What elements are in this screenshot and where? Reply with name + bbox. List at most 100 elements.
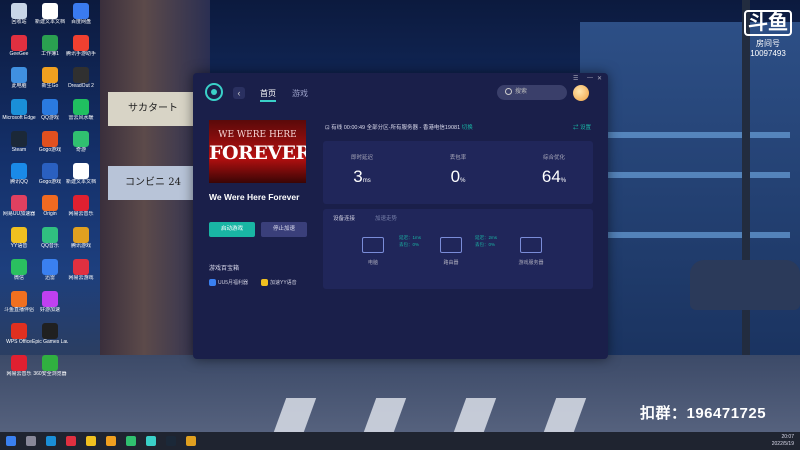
search-icon[interactable]	[26, 436, 36, 446]
back-button[interactable]: ‹	[233, 87, 245, 99]
device-pc: 电脑	[353, 237, 393, 266]
start-game-button[interactable]: 启动游戏	[209, 222, 255, 237]
device-game-server: 游戏服务器	[511, 237, 551, 266]
app-icon	[73, 67, 89, 83]
app-icon	[11, 195, 27, 211]
app-icon[interactable]	[126, 436, 136, 446]
desktop-icon[interactable]: 好游加速	[32, 291, 68, 313]
app-icon	[73, 259, 89, 275]
desktop-icon[interactable]: Epic Games Launcher	[32, 323, 68, 345]
desktop-icon-label: 网易云音乐	[68, 211, 94, 217]
folder-icon[interactable]	[86, 436, 96, 446]
background-car	[690, 260, 800, 310]
app-icon	[42, 3, 58, 19]
desktop-icon[interactable]: 网易云音乐	[63, 195, 99, 217]
stop-accel-button[interactable]: 停止加速	[261, 222, 307, 237]
connection-type: 有线	[331, 125, 343, 131]
app-logo-icon	[205, 83, 223, 101]
desktop-icon-label: 百度网盘	[70, 19, 91, 25]
route-panel: 设备连接 加速走势 电脑 延迟：1ms 丢包：0% 路由器 延迟：2ms 丢包：…	[323, 209, 593, 289]
start-icon[interactable]	[6, 436, 16, 446]
tab-accel-trend[interactable]: 加速走势	[375, 214, 397, 222]
room-number: 10097493	[750, 49, 786, 58]
douyu-watermark: 斗鱼 房间号 10097493	[744, 10, 792, 58]
app-icon	[73, 195, 89, 211]
desktop-icon[interactable]: 奇游	[63, 131, 99, 153]
edge-icon[interactable]	[46, 436, 56, 446]
group-number-text: 扣群：196471725	[640, 405, 767, 422]
connection-status: ⊡ 有线 00:00:49 全部分区-所有服务器 - 香港电信19081 切换 …	[325, 123, 591, 131]
desktop-icon[interactable]: 网易云游戏	[63, 259, 99, 281]
desktop-icon[interactable]: 新建文本文档	[63, 163, 99, 185]
accelerator-window: ‹ 首页 游戏 搜索 ☰ — ✕ WE WERE HERE FOREVER We…	[193, 73, 608, 359]
search-input[interactable]: 搜索	[497, 85, 567, 100]
settings-icon: ⇄	[572, 125, 580, 131]
user-avatar[interactable]	[573, 85, 589, 101]
desktop-icon[interactable]: 百度网盘	[63, 3, 99, 25]
desktop-icon-label: 奇游	[75, 147, 86, 153]
uu-icon	[209, 279, 216, 287]
desktop-icon-label: Epic Games Launcher	[32, 339, 68, 345]
stat-optimization: 综合优化 64%	[541, 155, 567, 186]
accelerator-taskbar-icon[interactable]	[146, 436, 156, 446]
app-icon	[11, 227, 27, 243]
app-icon	[11, 99, 27, 115]
app-icon	[42, 227, 58, 243]
app-icon	[11, 259, 27, 275]
desktop-icon[interactable]: DreadOut 2	[63, 67, 99, 89]
app-icon	[73, 227, 89, 243]
settings-button[interactable]: ⇄ 设置	[573, 123, 591, 131]
toolbox-item[interactable]: 加速YY语音	[261, 279, 297, 287]
tab-games[interactable]: 游戏	[292, 88, 308, 99]
app-icon	[42, 355, 58, 371]
switch-server-link[interactable]: 切换	[462, 125, 473, 131]
tab-home[interactable]: 首页	[260, 88, 276, 102]
app-icon	[11, 163, 27, 179]
yy-icon	[261, 279, 268, 287]
cover-title-line1: WE WERE HERE	[218, 130, 297, 140]
clock-time: 20:07	[781, 434, 794, 440]
app-icon	[73, 163, 89, 179]
desktop-icon-label: 新建文本文档	[65, 179, 96, 185]
desktop-icon[interactable]: 腾讯游戏	[63, 227, 99, 249]
tab-device-connection[interactable]: 设备连接	[333, 214, 355, 222]
menu-icon[interactable]: ☰	[573, 75, 578, 82]
app-icon	[11, 67, 27, 83]
elapsed-time: 00:00:49	[343, 125, 366, 131]
desktop-icon[interactable]: 360安全浏览器	[32, 355, 68, 377]
desktop-icon-label: 好游加速	[39, 307, 60, 313]
device-router: 路由器	[431, 237, 471, 266]
router-icon	[440, 237, 462, 253]
steam-icon[interactable]	[166, 436, 176, 446]
minimize-icon[interactable]: —	[587, 75, 593, 81]
room-label: 房间号	[756, 39, 780, 48]
toolbox-title: 游戏百宝箱	[209, 266, 240, 272]
desktop-icon-label: 雷云风水暖	[68, 115, 94, 121]
background-sign: サカタート	[108, 92, 198, 126]
app-icon	[42, 163, 58, 179]
link-router-server: 延迟：2ms 丢包：0%	[475, 235, 498, 247]
network-icon: ⊡	[325, 125, 330, 131]
background-building-right	[580, 22, 800, 362]
link-pc-router: 延迟：1ms 丢包：0%	[399, 235, 422, 247]
app-icon	[11, 3, 27, 19]
system-clock[interactable]: 20:07 2022/5/19	[772, 434, 794, 448]
app-icon	[73, 3, 89, 19]
clock-date: 2022/5/19	[771, 441, 794, 447]
desktop-icon-label: 腾讯手游助手	[65, 51, 96, 57]
toolbox-item[interactable]: UU5月福利器	[209, 279, 248, 287]
search-placeholder: 搜索	[515, 89, 528, 95]
close-icon[interactable]: ✕	[597, 75, 602, 82]
app-icon	[11, 35, 27, 51]
background-sign: コンビニ 24	[108, 166, 198, 200]
app-icon[interactable]	[66, 436, 76, 446]
desktop-icon-label: 腾讯游戏	[70, 243, 91, 249]
app-icon[interactable]	[106, 436, 116, 446]
app-icon	[73, 99, 89, 115]
desktop-icon-label: DreadOut 2	[68, 83, 94, 89]
desktop-icon[interactable]: 雷云风水暖	[63, 99, 99, 121]
desktop-icon-label: 360安全浏览器	[33, 371, 67, 377]
app-icon[interactable]	[186, 436, 196, 446]
game-cover: WE WERE HERE FOREVER	[209, 120, 306, 183]
desktop-icon[interactable]: 腾讯手游助手	[63, 35, 99, 57]
